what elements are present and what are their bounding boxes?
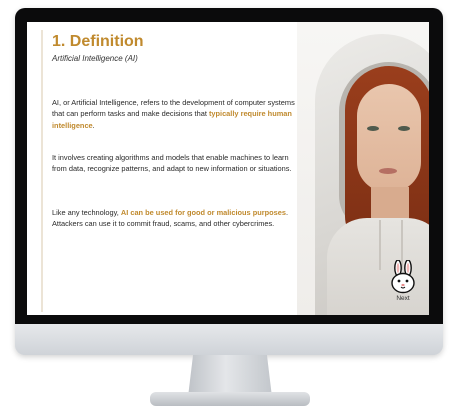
monitor-stand-neck	[188, 355, 272, 397]
monitor-chin	[15, 324, 443, 355]
slide-subtitle: Artificial Intelligence (AI)	[52, 54, 138, 63]
left-eye	[367, 126, 379, 131]
hooded-woman-portrait: Next	[297, 22, 429, 315]
next-button[interactable]: Next	[387, 260, 419, 308]
next-label: Next	[396, 295, 410, 302]
paragraph-text: Like any technology,	[52, 208, 121, 217]
slide-screen: 1. Definition Artificial Intelligence (A…	[27, 22, 429, 315]
definition-paragraph: AI, or Artificial Intelligence, refers t…	[52, 97, 297, 131]
hoodie-cord	[379, 220, 381, 270]
paragraph-text: It involves creating algorithms and mode…	[52, 153, 292, 174]
misuse-paragraph: Like any technology, AI can be used for …	[52, 207, 297, 230]
right-eye	[398, 126, 410, 131]
slide-left-rule	[41, 30, 43, 312]
monitor-stand-base	[150, 392, 310, 406]
paragraph-text: .	[92, 120, 95, 130]
slide-title: 1. Definition	[52, 33, 144, 50]
bunny-icon	[391, 260, 415, 294]
face-shape	[357, 84, 421, 192]
lips	[379, 168, 397, 174]
highlight-text: AI can be used for good or malicious pur…	[120, 208, 286, 217]
algorithms-paragraph: It involves creating algorithms and mode…	[52, 152, 297, 175]
